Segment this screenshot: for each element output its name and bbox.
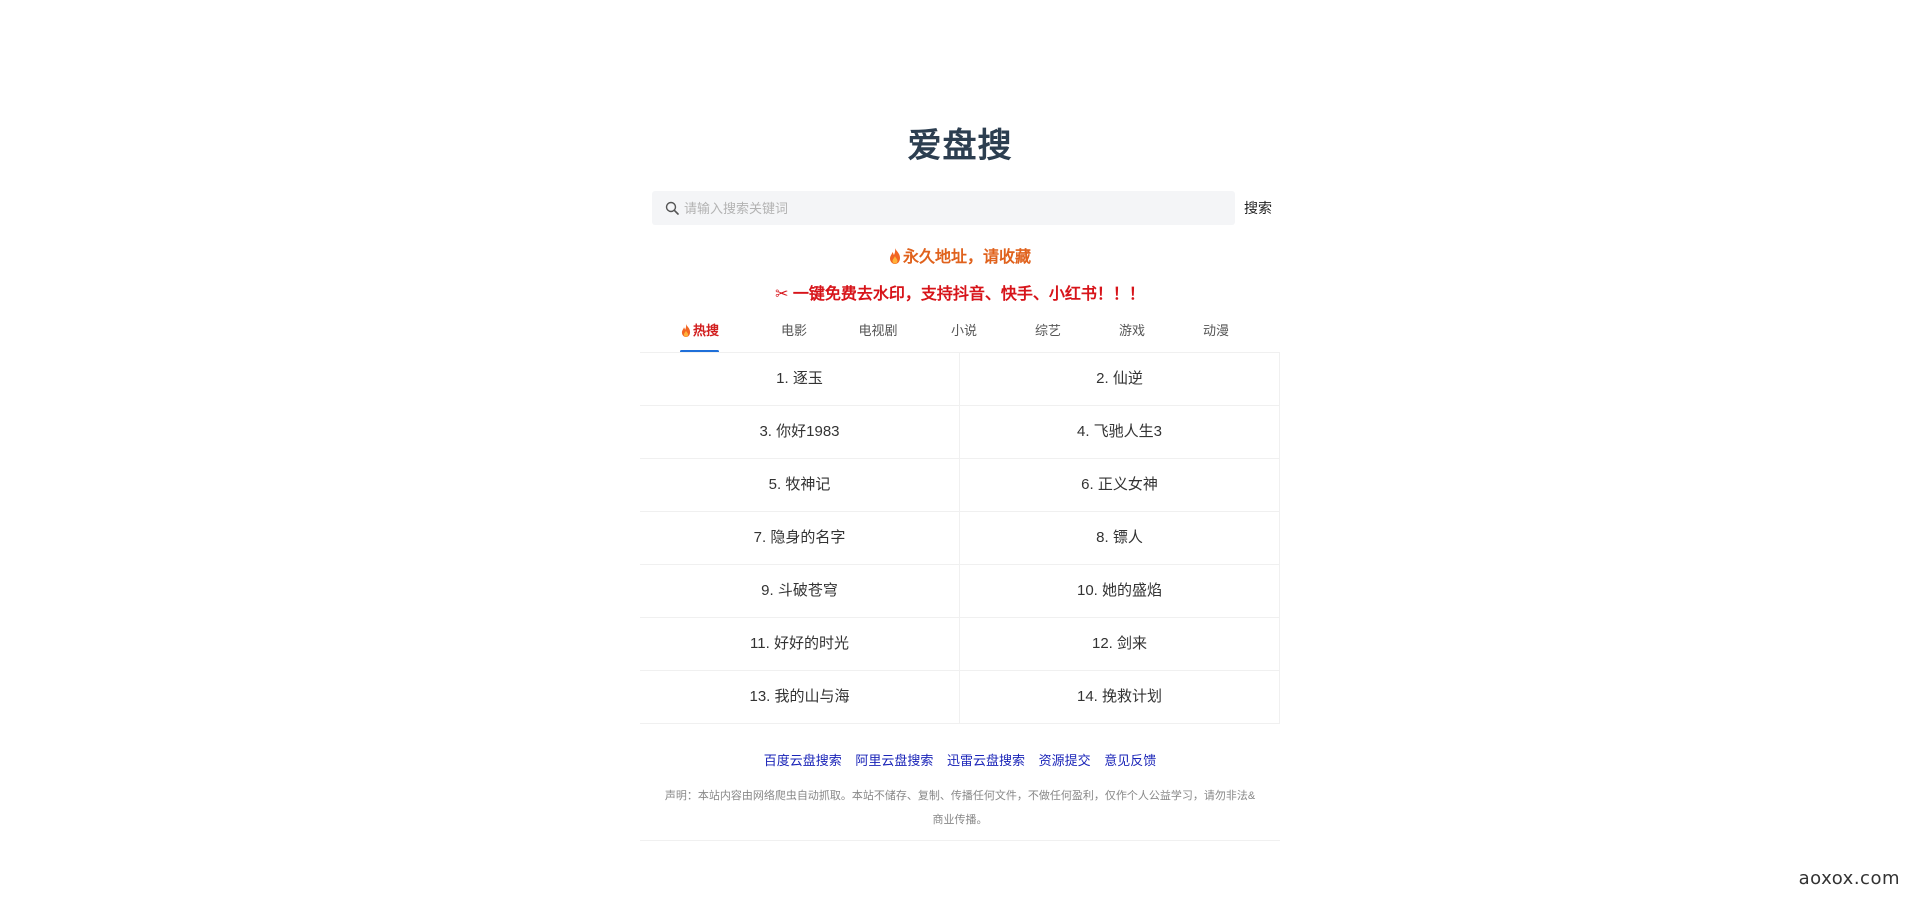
tab-label: 热搜 bbox=[692, 323, 719, 338]
list-item[interactable]: 9. 斗破苍穹 bbox=[640, 565, 960, 617]
tab-tv-series[interactable]: 电视剧 bbox=[852, 318, 904, 352]
link-resource-submit[interactable]: 资源提交 bbox=[1039, 753, 1091, 768]
tab-movies[interactable]: 电影 bbox=[774, 318, 814, 352]
permanent-address-text: 永久地址，请收藏 bbox=[902, 249, 1031, 266]
search-button[interactable]: 搜索 bbox=[1238, 191, 1278, 225]
site-title: 爱盘搜 bbox=[907, 127, 1013, 165]
link-aliyun-pan-search[interactable]: 阿里云盘搜索 bbox=[855, 753, 933, 768]
list-item[interactable]: 13. 我的山与海 bbox=[640, 671, 960, 723]
list-item[interactable]: 11. 好好的时光 bbox=[640, 618, 960, 670]
search-input[interactable] bbox=[684, 191, 1224, 225]
list-item[interactable]: 12. 剑来 bbox=[960, 618, 1280, 670]
search-box[interactable] bbox=[652, 191, 1235, 225]
list-item[interactable]: 1. 逐玉 bbox=[640, 353, 960, 405]
permanent-address-notice: 永久地址，请收藏 bbox=[640, 243, 1280, 267]
list-row: 5. 牧神记 6. 正义女神 bbox=[640, 459, 1280, 512]
watermark-tool-link[interactable]: ✂ 一键免费去水印，支持抖音、快手、小红书！！！ bbox=[640, 280, 1280, 304]
category-tabs: 热搜 电影 电视剧 小说 综艺 游戏 动漫 bbox=[640, 318, 1280, 353]
hot-search-list: 1. 逐玉 2. 仙逆 3. 你好1983 4. 飞驰人生3 5. 牧神记 6.… bbox=[640, 352, 1280, 724]
list-item[interactable]: 14. 挽救计划 bbox=[960, 671, 1280, 723]
list-row: 3. 你好1983 4. 飞驰人生3 bbox=[640, 406, 1280, 459]
flame-icon bbox=[889, 248, 900, 264]
link-xunlei-pan-search[interactable]: 迅雷云盘搜索 bbox=[947, 753, 1025, 768]
list-row: 13. 我的山与海 14. 挽救计划 bbox=[640, 671, 1280, 724]
tab-variety[interactable]: 综艺 bbox=[1028, 318, 1068, 352]
list-item[interactable]: 4. 飞驰人生3 bbox=[960, 406, 1280, 458]
list-item[interactable]: 3. 你好1983 bbox=[640, 406, 960, 458]
list-item[interactable]: 2. 仙逆 bbox=[960, 353, 1280, 405]
list-row: 9. 斗破苍穹 10. 她的盛焰 bbox=[640, 565, 1280, 618]
tab-games[interactable]: 游戏 bbox=[1112, 318, 1152, 352]
link-baidu-pan-search[interactable]: 百度云盘搜索 bbox=[764, 753, 842, 768]
search-bar: 搜索 bbox=[652, 191, 1278, 225]
footer-links: 百度云盘搜索 阿里云盘搜索 迅雷云盘搜索 资源提交 意见反馈 bbox=[640, 750, 1280, 769]
tab-novels[interactable]: 小说 bbox=[944, 318, 984, 352]
list-row: 1. 逐玉 2. 仙逆 bbox=[640, 353, 1280, 406]
link-feedback[interactable]: 意见反馈 bbox=[1104, 753, 1156, 768]
list-row: 7. 隐身的名字 8. 镖人 bbox=[640, 512, 1280, 565]
list-item[interactable]: 10. 她的盛焰 bbox=[960, 565, 1280, 617]
list-item[interactable]: 8. 镖人 bbox=[960, 512, 1280, 564]
tab-hot[interactable]: 热搜 bbox=[676, 318, 724, 352]
watermark: aoxox.com bbox=[1798, 868, 1900, 889]
list-item[interactable]: 7. 隐身的名字 bbox=[640, 512, 960, 564]
tab-anime[interactable]: 动漫 bbox=[1196, 318, 1236, 352]
list-row: 11. 好好的时光 12. 剑来 bbox=[640, 618, 1280, 671]
disclaimer: 声明：本站内容由网络爬虫自动抓取。本站不储存、复制、传播任何文件，不做任何盈利，… bbox=[664, 790, 1256, 826]
list-item[interactable]: 6. 正义女神 bbox=[960, 459, 1280, 511]
list-item[interactable]: 5. 牧神记 bbox=[640, 459, 960, 511]
flame-icon bbox=[681, 324, 691, 337]
search-icon bbox=[665, 201, 679, 215]
footer-divider bbox=[640, 840, 1280, 841]
